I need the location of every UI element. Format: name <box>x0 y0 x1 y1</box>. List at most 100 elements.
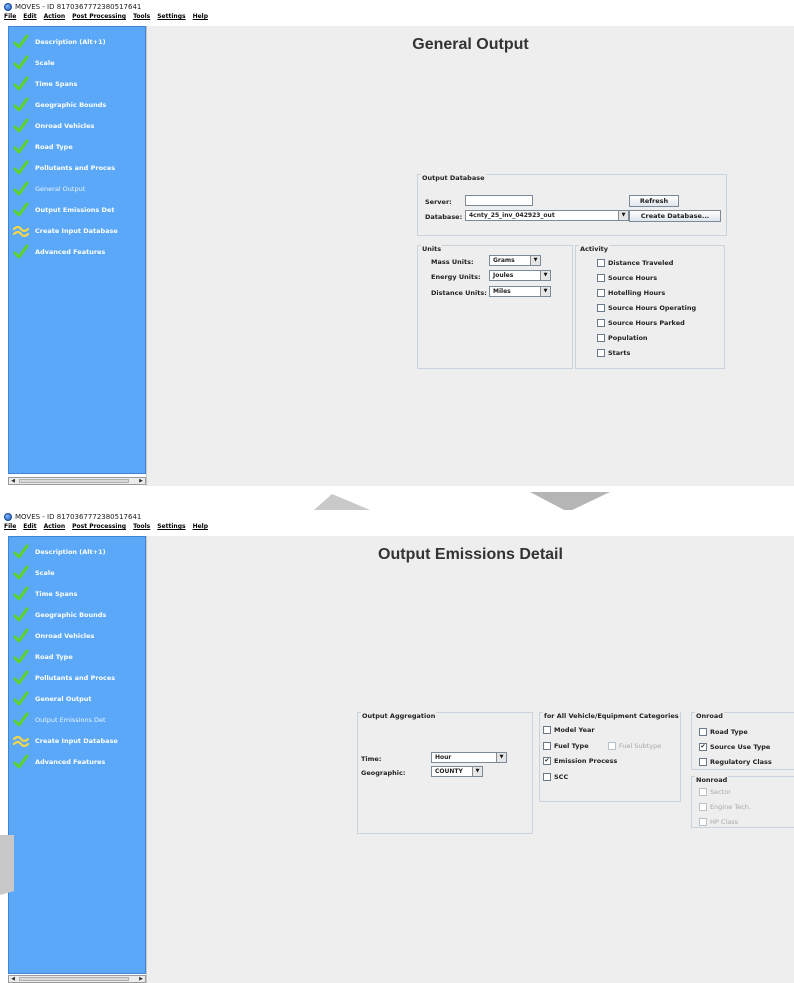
menu-settings[interactable]: Settings <box>157 523 185 533</box>
chevron-down-icon[interactable]: ▼ <box>618 211 628 220</box>
refresh-button[interactable]: Refresh <box>629 195 679 207</box>
sidebar-item[interactable]: Create Input Database <box>13 732 145 750</box>
checkbox-box[interactable] <box>597 273 605 282</box>
sidebar-item-label: Road Type <box>35 653 73 661</box>
menu-tools[interactable]: Tools <box>133 13 150 23</box>
sidebar-item[interactable]: Time Spans <box>13 75 145 93</box>
menu-settings[interactable]: Settings <box>157 13 185 23</box>
sidebar-item[interactable]: Road Type <box>13 648 145 666</box>
checkbox-box[interactable] <box>699 817 707 826</box>
sidebar-item[interactable]: Geographic Bounds <box>13 96 145 114</box>
menu-post-processing[interactable]: Post Processing <box>72 13 126 23</box>
emission-process-checkbox[interactable]: ✔ Emission Process <box>543 756 617 765</box>
menu-action[interactable]: Action <box>44 523 66 533</box>
scroll-thumb[interactable] <box>19 479 129 483</box>
regulatory-class-checkbox[interactable]: Regulatory Class <box>699 757 772 766</box>
sidebar-item[interactable]: Description (Alt+1) <box>13 33 145 51</box>
menu-edit[interactable]: Edit <box>23 523 36 533</box>
sidebar-item[interactable]: Output Emissions Det <box>13 711 145 729</box>
corner-shape <box>0 835 14 895</box>
menu-help[interactable]: Help <box>193 13 208 23</box>
sidebar-item[interactable]: Create Input Database <box>13 222 145 240</box>
activity-checkbox[interactable]: Distance Traveled <box>597 258 673 267</box>
scroll-right-icon[interactable]: ▶ <box>137 478 145 484</box>
checkbox-box[interactable] <box>597 348 605 357</box>
scroll-thumb[interactable] <box>19 977 129 981</box>
sidebar-item[interactable]: Onroad Vehicles <box>13 627 145 645</box>
activity-checkbox[interactable]: Source Hours Operating <box>597 303 696 312</box>
road-type-checkbox[interactable]: Road Type <box>699 727 748 736</box>
fuel-subtype-checkbox[interactable]: Fuel Subtype <box>608 741 661 750</box>
checkbox-box[interactable] <box>608 741 616 750</box>
checkbox-box[interactable] <box>543 772 551 781</box>
mass-units-select[interactable]: Grams ▼ <box>489 255 541 266</box>
checkbox-box[interactable] <box>597 303 605 312</box>
checkbox-box[interactable] <box>597 288 605 297</box>
activity-checkbox[interactable]: Starts <box>597 348 630 357</box>
sector-checkbox[interactable]: Sector <box>699 787 731 796</box>
sidebar-item[interactable]: Onroad Vehicles <box>13 117 145 135</box>
sidebar-item[interactable]: Advanced Features <box>13 753 145 771</box>
scroll-left-icon[interactable]: ◀ <box>9 976 17 982</box>
menu-post-processing[interactable]: Post Processing <box>72 523 126 533</box>
hp-class-checkbox[interactable]: HP Class <box>699 817 738 826</box>
sidebar-item[interactable]: Description (Alt+1) <box>13 543 145 561</box>
mass-units-label: Mass Units: <box>431 258 474 266</box>
checkbox-box[interactable] <box>699 787 707 796</box>
checkbox-box[interactable] <box>699 727 707 736</box>
menu-file[interactable]: File <box>4 523 16 533</box>
create-database-button[interactable]: Create Database... <box>629 210 721 222</box>
checkbox-box[interactable] <box>699 802 707 811</box>
source-use-type-checkbox[interactable]: ✔ Source Use Type <box>699 742 770 751</box>
check-mark-icon[interactable]: ✔ <box>699 742 707 751</box>
sidebar-item[interactable]: Advanced Features <box>13 243 145 261</box>
sidebar-item[interactable]: Time Spans <box>13 585 145 603</box>
menu-action[interactable]: Action <box>44 13 66 23</box>
activity-checkbox[interactable]: Source Hours Parked <box>597 318 685 327</box>
chevron-down-icon[interactable]: ▼ <box>540 271 550 280</box>
chevron-down-icon[interactable]: ▼ <box>472 767 482 776</box>
menu-edit[interactable]: Edit <box>23 13 36 23</box>
menu-tools[interactable]: Tools <box>133 523 150 533</box>
database-select[interactable]: 4cnty_25_inv_042923_out ▼ <box>465 210 629 221</box>
chevron-down-icon[interactable]: ▼ <box>540 287 550 296</box>
menu-help[interactable]: Help <box>193 523 208 533</box>
model-year-checkbox[interactable]: Model Year <box>543 725 595 734</box>
chevron-down-icon[interactable]: ▼ <box>496 753 506 762</box>
sidebar-item[interactable]: Geographic Bounds <box>13 606 145 624</box>
page-title: Output Emissions Detail <box>378 546 563 563</box>
sidebar-item[interactable]: Scale <box>13 54 145 72</box>
menu-file[interactable]: File <box>4 13 16 23</box>
checkbox-box[interactable] <box>597 318 605 327</box>
checkbox-box[interactable] <box>543 725 551 734</box>
sidebar-item[interactable]: Pollutants and Proces <box>13 669 145 687</box>
checkbox-box[interactable] <box>543 741 551 750</box>
checkbox-box[interactable] <box>597 258 605 267</box>
time-select[interactable]: Hour ▼ <box>431 752 507 763</box>
checkbox-box[interactable] <box>597 333 605 342</box>
activity-checkbox[interactable]: Source Hours <box>597 273 657 282</box>
activity-checkbox[interactable]: Population <box>597 333 648 342</box>
sidebar-item[interactable]: Scale <box>13 564 145 582</box>
scc-checkbox[interactable]: SCC <box>543 772 568 781</box>
sidebar-item[interactable]: General Output <box>13 180 145 198</box>
sidebar-item[interactable]: Pollutants and Proces <box>13 159 145 177</box>
sidebar-item[interactable]: Output Emissions Det <box>13 201 145 219</box>
sidebar-item[interactable]: Road Type <box>13 138 145 156</box>
sidebar-scrollbar[interactable]: ◀ ▶ <box>8 975 146 983</box>
sidebar-scrollbar[interactable]: ◀ ▶ <box>8 477 146 485</box>
chevron-down-icon[interactable]: ▼ <box>530 256 540 265</box>
scroll-right-icon[interactable]: ▶ <box>137 976 145 982</box>
geographic-select[interactable]: COUNTY ▼ <box>431 766 483 777</box>
checkbox-box[interactable] <box>699 757 707 766</box>
distance-units-select[interactable]: Miles ▼ <box>489 286 551 297</box>
sidebar-item[interactable]: General Output <box>13 690 145 708</box>
energy-units-value: Joules <box>493 272 514 279</box>
energy-units-select[interactable]: Joules ▼ <box>489 270 551 281</box>
engine-tech-checkbox[interactable]: Engine Tech. <box>699 802 751 811</box>
fuel-type-checkbox[interactable]: Fuel Type <box>543 741 589 750</box>
activity-checkbox[interactable]: Hotelling Hours <box>597 288 665 297</box>
server-input[interactable] <box>465 195 533 206</box>
check-mark-icon[interactable]: ✔ <box>543 756 551 765</box>
scroll-left-icon[interactable]: ◀ <box>9 478 17 484</box>
